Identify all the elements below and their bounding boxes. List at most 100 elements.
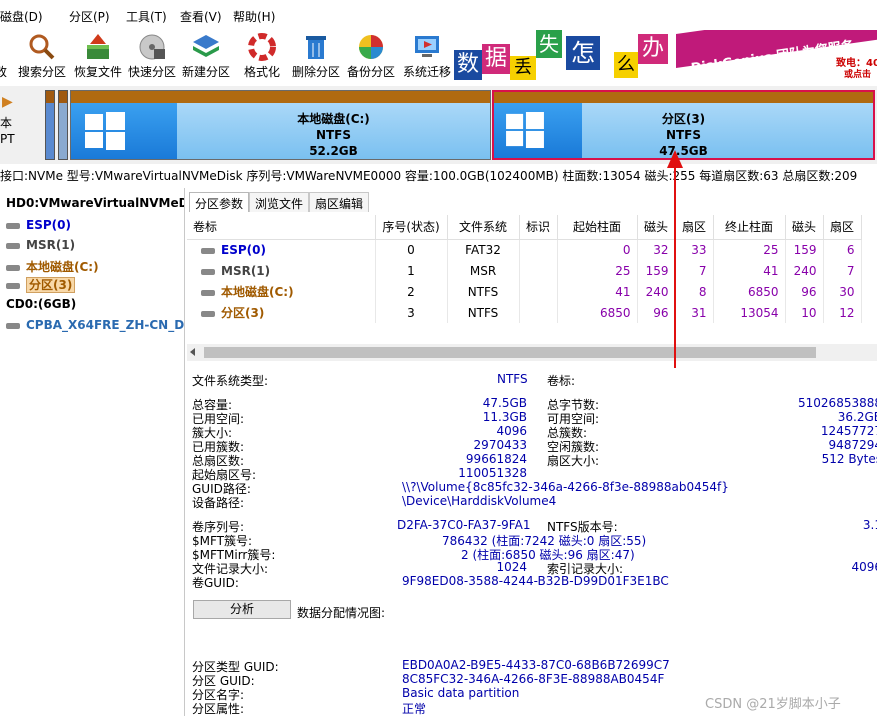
table-cell	[519, 239, 558, 260]
disk-info-bar: 接口:NVMe 型号:VMwareVirtualNVMeDisk 序列号:VMW…	[0, 164, 877, 186]
drive-icon	[6, 265, 20, 271]
column-header[interactable]: 起始柱面	[557, 215, 638, 240]
pie-icon	[359, 35, 383, 59]
column-header[interactable]: 标识	[519, 215, 558, 240]
column-header[interactable]: 序号(状态)	[375, 215, 448, 240]
prop-value: 51026853888	[798, 396, 877, 410]
menu-partition[interactable]: 分区(P)	[69, 8, 110, 25]
table-row[interactable]: 分区(3) 3 NTFS 6850 96 31 13054 10 12	[187, 302, 862, 323]
toolbar-label: 格式化	[243, 65, 280, 79]
row-label-cell: 分区(3)	[187, 302, 376, 323]
column-header[interactable]: 文件系统	[447, 215, 520, 240]
table-cell: 10	[785, 302, 824, 323]
delete-partition-button[interactable]: 删除分区	[288, 30, 344, 86]
table-row[interactable]: MSR(1) 1 MSR 25 159 7 41 240 7	[187, 260, 862, 281]
windows-logo-icon	[85, 112, 125, 150]
toolbar-label: 快速分区	[127, 65, 176, 79]
prop-value: 11.3GB	[482, 410, 527, 424]
scroll-left-icon[interactable]	[190, 348, 195, 356]
search-partition-button[interactable]: 搜索分区	[14, 30, 70, 86]
scroll-thumb[interactable]	[204, 347, 816, 358]
guid-path-value: \\?\Volume{8c85fc32-346a-4266-8f3e-88988…	[402, 480, 729, 494]
partition-block-esp[interactable]	[45, 90, 55, 160]
horizontal-scrollbar[interactable]	[187, 344, 877, 361]
table-cell: 96	[785, 281, 824, 302]
ad-banner[interactable]: 数 据 丢 失 怎 么 办 DiskGenius 团队为您服务 致电：40 或点…	[454, 30, 877, 82]
annotation-arrow-icon	[667, 150, 683, 368]
disk-tree: HD0:VMwareVirtualNVMeDi ESP(0) MSR(1) 本地…	[0, 188, 185, 716]
serial-value: D2FA-37C0-FA37-9FA1	[397, 518, 531, 532]
tab-browse-files[interactable]: 浏览文件	[249, 192, 310, 212]
toolbar-label: 系统迁移	[402, 65, 451, 79]
format-button[interactable]: 格式化	[234, 30, 290, 86]
row-label-cell: ESP(0)	[187, 239, 376, 260]
column-header[interactable]: 扇区	[823, 215, 862, 240]
toolbar-label: 新建分区	[181, 65, 230, 79]
volume-label-label: 卷标:	[547, 374, 576, 388]
table-row[interactable]: 本地磁盘(C:) 2 NTFS 41 240 8 6850 96 30	[187, 281, 862, 302]
fs-type-value: NTFS	[497, 372, 528, 386]
drive-icon	[201, 268, 215, 275]
table-row[interactable]: ESP(0) 0 FAT32 0 32 33 25 159 6	[187, 239, 862, 260]
new-partition-button[interactable]: 新建分区	[178, 30, 234, 86]
device-path-value: \Device\HarddiskVolume4	[402, 494, 557, 508]
recover-box-icon	[87, 34, 109, 59]
toolbar-label: 搜索分区	[17, 65, 66, 79]
migration-icon	[415, 36, 439, 57]
table-cell: 0	[375, 239, 448, 260]
table-cell	[519, 260, 558, 281]
tree-cd0[interactable]: CD0:(6GB)	[6, 297, 76, 311]
prop-value: 4096	[496, 424, 527, 438]
index-size-value: 4096	[851, 560, 877, 574]
backup-partition-button[interactable]: 备份分区	[343, 30, 399, 86]
banner-char: 失	[536, 30, 562, 58]
toolbar-label: 备份分区	[346, 65, 395, 79]
table-cell: 41	[557, 281, 638, 302]
trash-icon	[306, 36, 326, 59]
table-cell	[519, 302, 558, 323]
partition-attr-value: 正常	[402, 702, 427, 716]
tree-item-partition3[interactable]: 分区(3)	[6, 276, 76, 293]
quick-partition-button[interactable]: 快速分区	[124, 30, 180, 86]
toolbar-partial-label: 改	[0, 65, 7, 79]
partition-block-msr[interactable]	[58, 90, 68, 160]
column-header[interactable]: 终止柱面	[713, 215, 786, 240]
drive-icon	[201, 290, 215, 296]
tree-item-c[interactable]: 本地磁盘(C:)	[6, 258, 99, 275]
tree-item-esp[interactable]: ESP(0)	[6, 218, 71, 232]
banner-char: 丢	[510, 56, 536, 80]
table-cell: 2	[375, 281, 448, 302]
drive-icon	[6, 283, 20, 289]
drive-icon	[6, 243, 20, 249]
tree-item-msr[interactable]: MSR(1)	[6, 238, 75, 252]
tab-sector-edit[interactable]: 扇区编辑	[309, 192, 370, 212]
tree-item-cd-partition[interactable]: CPBA_X64FRE_ZH-CN_DV9	[6, 318, 184, 332]
banner-char: 数	[454, 50, 482, 80]
system-migration-button[interactable]: 系统迁移	[399, 30, 455, 86]
recover-files-button[interactable]: 恢复文件	[70, 30, 126, 86]
volume-guid-label: 卷GUID:	[192, 576, 239, 590]
toolbar-partial-button[interactable]: 改	[0, 30, 12, 86]
table-cell: 12	[823, 302, 862, 323]
menu-help[interactable]: 帮助(H)	[233, 8, 275, 25]
tree-disk-hd0[interactable]: HD0:VMwareVirtualNVMeDi	[6, 196, 184, 210]
disk-left-text-1: 本	[0, 116, 13, 130]
prop-value: 512 Bytes	[821, 452, 877, 466]
column-header[interactable]: 磁头	[785, 215, 824, 240]
column-header[interactable]: 卷标	[187, 215, 376, 240]
partition-3-fs: NTFS	[665, 128, 702, 142]
magnifier-icon	[29, 34, 55, 60]
tab-partition-params[interactable]: 分区参数	[189, 192, 250, 212]
table-cell: 6850	[557, 302, 638, 323]
table-header-row: 卷标 序号(状态) 文件系统 标识 起始柱面 磁头 扇区 终止柱面 磁头 扇区	[187, 215, 862, 240]
menu-view[interactable]: 查看(V)	[180, 8, 222, 25]
menu-disk[interactable]: 磁盘(D)	[0, 8, 43, 25]
row-label-cell: MSR(1)	[187, 260, 376, 281]
table-cell: 3	[375, 302, 448, 323]
table-cell: 1	[375, 260, 448, 281]
toolbar-label: 删除分区	[291, 65, 340, 79]
partition-block-c[interactable]: 本地磁盘(C:) NTFS 52.2GB	[70, 90, 491, 160]
analyze-button[interactable]: 分析	[193, 600, 291, 619]
menu-tools[interactable]: 工具(T)	[126, 8, 167, 25]
expand-arrow-icon[interactable]: ▶	[2, 94, 16, 110]
